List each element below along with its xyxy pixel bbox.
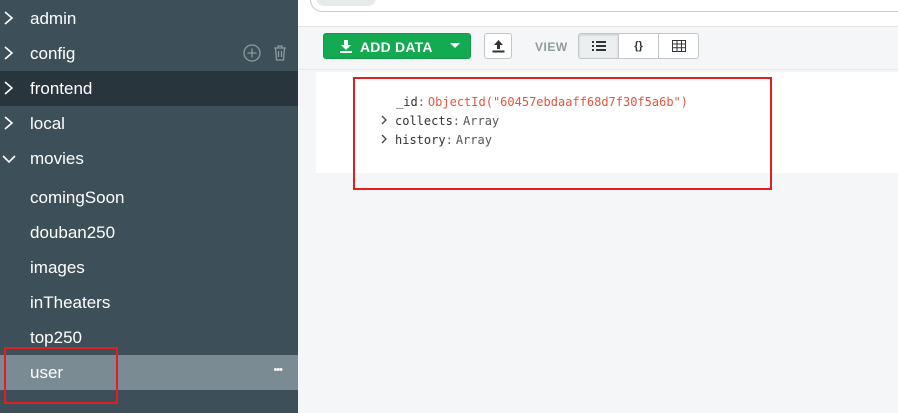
document-field-history[interactable]: history: Array	[395, 133, 492, 147]
view-label: VIEW	[535, 40, 568, 54]
collection-label: user	[30, 363, 64, 382]
sidebar-collection-images[interactable]: images	[0, 250, 298, 285]
document-toolbar: ADD DATA VIEW {}	[298, 27, 898, 70]
view-toggle-group: {}	[578, 33, 700, 59]
sidebar-db-movies[interactable]: movies	[0, 141, 298, 176]
query-bar	[298, 0, 898, 27]
plus-circle-icon[interactable]	[242, 43, 262, 63]
db-label: config	[30, 44, 76, 63]
chevron-right-icon	[4, 11, 14, 25]
sidebar-collection-top250[interactable]: top250	[0, 320, 298, 355]
chevron-down-icon	[2, 155, 16, 164]
sidebar-collection-comingSoon[interactable]: comingSoon	[0, 180, 298, 215]
field-key: _id	[396, 95, 418, 109]
document-field-id: _id: ObjectId("60457ebdaaff68d7f30f5a6b")	[396, 95, 689, 109]
collection-label: images	[30, 258, 85, 277]
sidebar-db-admin[interactable]: admin	[0, 1, 298, 36]
objectid-value: ObjectId("60457ebdaaff68d7f30f5a6b")	[427, 95, 689, 109]
chevron-right-icon	[4, 46, 14, 60]
more-options-icon[interactable]: •••	[273, 364, 283, 376]
import-button[interactable]	[484, 33, 512, 59]
filter-input[interactable]	[310, 0, 898, 12]
document-field-collects[interactable]: collects: Array	[395, 114, 499, 128]
caret-down-icon	[450, 43, 460, 48]
db-label: local	[30, 114, 65, 133]
list-view-button[interactable]	[578, 33, 619, 59]
chevron-right-icon[interactable]	[380, 115, 388, 128]
main-panel: ADD DATA VIEW {} _id: ObjectId("60457ebda…	[298, 0, 898, 413]
collection-label: inTheaters	[30, 293, 111, 312]
download-icon	[340, 40, 352, 53]
field-type: Array	[463, 114, 500, 128]
trash-icon[interactable]	[272, 43, 288, 63]
sidebar-collection-user[interactable]: user •••	[0, 355, 298, 390]
db-actions	[242, 43, 288, 63]
add-data-label: ADD DATA	[360, 39, 433, 55]
db-label: frontend	[30, 79, 93, 98]
add-data-button[interactable]: ADD DATA	[323, 33, 471, 59]
sidebar-db-frontend[interactable]: frontend	[0, 71, 298, 106]
chevron-right-icon	[4, 81, 14, 95]
chevron-right-icon	[4, 116, 14, 130]
sidebar-db-local[interactable]: local	[0, 106, 298, 141]
field-key: history	[395, 133, 446, 147]
field-key: collects	[395, 114, 453, 128]
json-view-button[interactable]: {}	[618, 33, 659, 59]
db-label: admin	[30, 9, 77, 28]
sidebar-partial-row	[0, 405, 298, 413]
document-card: _id: ObjectId("60457ebdaaff68d7f30f5a6b")…	[316, 72, 898, 173]
json-view-icon: {}	[634, 40, 643, 52]
collection-label: comingSoon	[30, 188, 125, 207]
table-view-icon	[671, 40, 686, 52]
table-view-button[interactable]	[658, 33, 699, 59]
sidebar-db-config[interactable]: config	[0, 36, 298, 71]
db-label: movies	[30, 149, 84, 168]
upload-icon	[492, 40, 505, 53]
chevron-right-icon[interactable]	[380, 134, 388, 147]
sidebar-collection-inTheaters[interactable]: inTheaters	[0, 285, 298, 320]
sidebar: admin config frontend local movies comin…	[0, 0, 298, 413]
collection-label: top250	[30, 328, 82, 347]
collection-label: douban250	[30, 223, 116, 242]
list-view-icon	[591, 41, 606, 51]
sidebar-collection-douban250[interactable]: douban250	[0, 215, 298, 250]
field-type: Array	[455, 133, 492, 147]
filter-chip	[316, 0, 376, 6]
